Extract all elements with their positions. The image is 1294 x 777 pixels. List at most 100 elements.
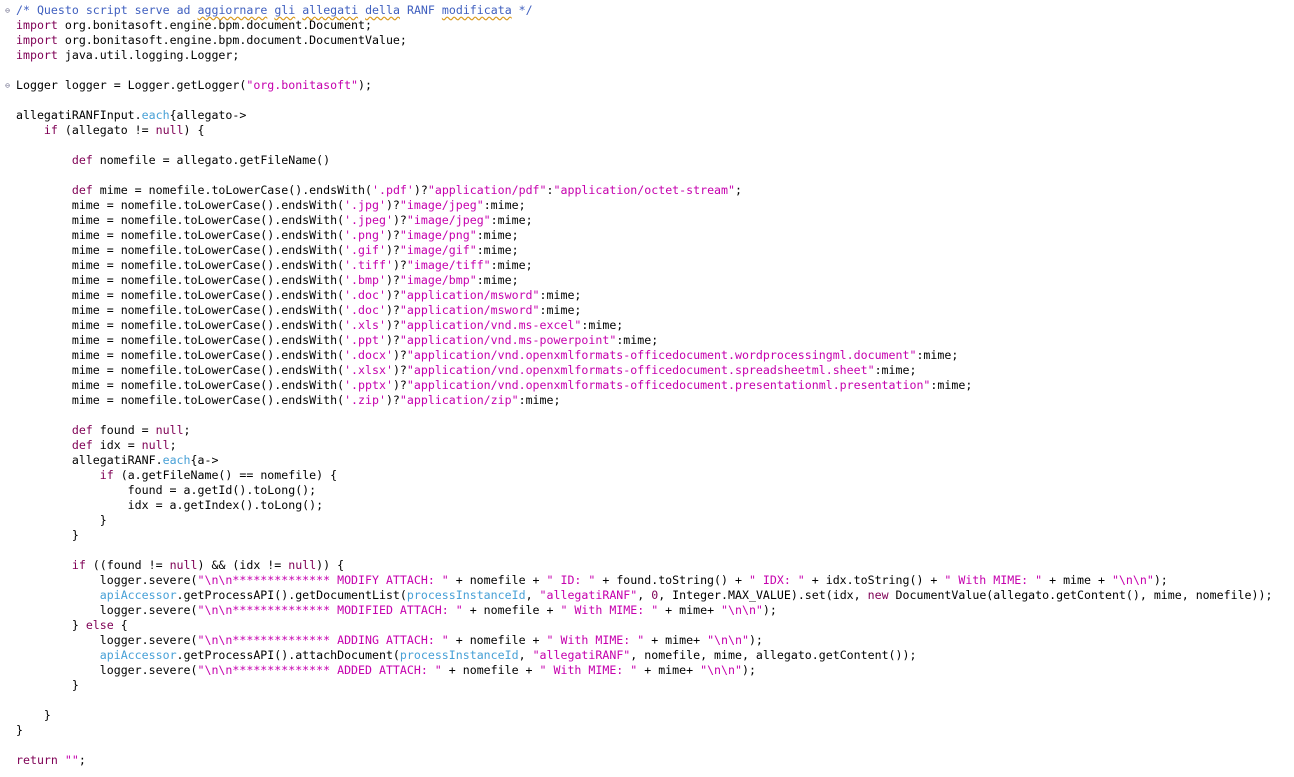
code-token-kw: if <box>99 468 114 482</box>
fold-collapse-icon[interactable]: ⊖ <box>3 6 12 15</box>
code-line[interactable]: mime = nomefile.toLowerCase().endsWith('… <box>16 273 519 288</box>
code-token-cm: /* <box>16 3 37 17</box>
code-line[interactable]: logger.severe("\n\n************** ADDED … <box>16 663 756 678</box>
code-line[interactable]: mime = nomefile.toLowerCase().endsWith('… <box>16 363 917 378</box>
code-token-plain: mime = nomefile.toLowerCase().endsWith( <box>16 243 345 257</box>
code-token-plain: + idx.toString() + <box>804 573 945 587</box>
code-line[interactable]: mime = nomefile.toLowerCase().endsWith('… <box>16 333 658 348</box>
code-token-plain: ); <box>1153 573 1168 587</box>
code-token-plain: allegatiRANF. <box>16 453 163 467</box>
code-token-plain: } <box>16 708 51 722</box>
code-token-plain: , <box>525 588 540 602</box>
code-token-kw: null <box>288 558 317 572</box>
code-token-sq: '.xls' <box>344 318 386 332</box>
code-token-str: "org.bonitasoft" <box>246 78 359 92</box>
code-line[interactable]: logger.severe("\n\n************** ADDING… <box>16 633 763 648</box>
code-token-plain: :mime; <box>490 258 533 272</box>
code-token-sq: '.ppt' <box>344 333 386 347</box>
code-line[interactable]: logger.severe("\n\n************** MODIFI… <box>16 603 777 618</box>
code-token-plain: Logger logger = Logger.getLogger( <box>16 78 247 92</box>
code-line[interactable]: mime = nomefile.toLowerCase().endsWith('… <box>16 348 959 363</box>
code-line[interactable]: allegatiRANFInput.each{allegato-> <box>16 108 246 123</box>
code-token-plain: )) { <box>316 558 345 572</box>
code-token-plain: org.bonitasoft.engine.bpm.document.Docum… <box>57 33 407 47</box>
code-line[interactable]: if ((found != null) && (idx != null)) { <box>16 558 344 573</box>
code-line[interactable]: mime = nomefile.toLowerCase().endsWith('… <box>16 288 582 303</box>
code-token-kw: def <box>71 438 93 452</box>
code-token-plain: } <box>16 513 107 527</box>
code-line[interactable]: logger.severe("\n\n************** MODIFY… <box>16 573 1168 588</box>
code-line[interactable]: /* Questo script serve ad aggiornare gli… <box>16 3 533 18</box>
code-token-sq: '.docx' <box>344 348 393 362</box>
code-line[interactable]: Logger logger = Logger.getLogger("org.bo… <box>16 78 372 93</box>
code-token-plain: )? <box>392 348 407 362</box>
code-token-str: "application/vnd.ms-excel" <box>399 318 582 332</box>
code-line[interactable]: } <box>16 708 51 723</box>
code-token-kw: null <box>155 123 184 137</box>
fold-collapse-icon[interactable]: ⊖ <box>3 81 12 90</box>
code-line[interactable]: mime = nomefile.toLowerCase().endsWith('… <box>16 303 582 318</box>
code-token-plain: org.bonitasoft.engine.bpm.document.Docum… <box>57 18 372 32</box>
code-line[interactable]: if (a.getFileName() == nomefile) { <box>16 468 337 483</box>
code-token-sq: '.tiff' <box>344 258 393 272</box>
code-line[interactable]: apiAccessor.getProcessAPI().getDocumentL… <box>16 588 1273 603</box>
code-line[interactable]: idx = a.getIndex().toLong(); <box>16 498 323 513</box>
code-line[interactable]: def idx = null; <box>16 438 177 453</box>
code-token-str: "\n\n" <box>707 633 749 647</box>
code-token-str: "" <box>64 753 79 767</box>
code-line[interactable]: mime = nomefile.toLowerCase().endsWith('… <box>16 243 519 258</box>
code-line[interactable]: mime = nomefile.toLowerCase().endsWith('… <box>16 213 533 228</box>
code-line[interactable]: } <box>16 678 79 693</box>
code-line[interactable]: } <box>16 723 23 738</box>
code-line[interactable]: import org.bonitasoft.engine.bpm.documen… <box>16 18 372 33</box>
code-token-plain: logger.severe( <box>16 603 198 617</box>
code-line[interactable]: apiAccessor.getProcessAPI().attachDocume… <box>16 648 917 663</box>
code-token-sq: '.pptx' <box>344 378 393 392</box>
code-line[interactable]: } <box>16 513 107 528</box>
code-token-plain: (allegato != <box>57 123 156 137</box>
code-token-plain: : <box>546 183 554 197</box>
code-token-sq: '.jpg' <box>344 198 386 212</box>
code-token-str: "application/pdf" <box>427 183 547 197</box>
code-editor[interactable]: /* Questo script serve ad aggiornare gli… <box>0 0 1294 777</box>
code-line[interactable]: allegatiRANF.each{a-> <box>16 453 219 468</box>
code-token-str: "\n\n************** MODIFY ATTACH: " <box>197 573 449 587</box>
code-token-plain: { <box>113 618 128 632</box>
code-line[interactable]: mime = nomefile.toLowerCase().endsWith('… <box>16 198 526 213</box>
code-line[interactable]: import org.bonitasoft.engine.bpm.documen… <box>16 33 407 48</box>
code-line[interactable]: mime = nomefile.toLowerCase().endsWith('… <box>16 318 623 333</box>
code-token-plain: + nomefile + <box>448 633 547 647</box>
code-line[interactable]: found = a.getId().toLong(); <box>16 483 316 498</box>
code-line[interactable]: } <box>16 528 79 543</box>
code-line[interactable]: mime = nomefile.toLowerCase().endsWith('… <box>16 258 533 273</box>
code-line[interactable]: def found = null; <box>16 423 191 438</box>
code-line[interactable]: } else { <box>16 618 128 633</box>
code-line[interactable]: return ""; <box>16 753 86 768</box>
code-token-plain: mime = nomefile.toLowerCase().endsWith( <box>16 288 345 302</box>
code-line[interactable]: def mime = nomefile.toLowerCase().endsWi… <box>16 183 742 198</box>
code-line[interactable]: if (allegato != null) { <box>16 123 205 138</box>
code-token-str: "application/msword" <box>399 303 540 317</box>
code-token-plain: ); <box>762 603 777 617</box>
code-line[interactable]: mime = nomefile.toLowerCase().endsWith('… <box>16 393 561 408</box>
code-token-str: " With MIME: " <box>546 633 645 647</box>
code-token-plain: nomefile = allegato.getFileName() <box>92 153 331 167</box>
code-token-plain: :mime; <box>581 318 624 332</box>
code-token-plain: mime = nomefile.toLowerCase().endsWith( <box>16 378 345 392</box>
code-token-str: " With MIME: " <box>560 603 659 617</box>
code-line[interactable]: def nomefile = allegato.getFileName() <box>16 153 330 168</box>
code-token-str: "allegatiRANF" <box>539 588 638 602</box>
code-line[interactable]: mime = nomefile.toLowerCase().endsWith('… <box>16 378 972 393</box>
code-token-plain: } <box>16 678 79 692</box>
code-line[interactable]: import java.util.logging.Logger; <box>16 48 239 63</box>
code-token-plain: mime = nomefile.toLowerCase().endsWith( <box>16 363 345 377</box>
code-token-plain: mime = nomefile.toLowerCase().endsWith( <box>16 393 345 407</box>
code-token-str: " With MIME: " <box>539 663 638 677</box>
code-line[interactable]: mime = nomefile.toLowerCase().endsWith('… <box>16 228 519 243</box>
code-token-plain: mime = nomefile.toLowerCase().endsWith( <box>16 258 345 272</box>
